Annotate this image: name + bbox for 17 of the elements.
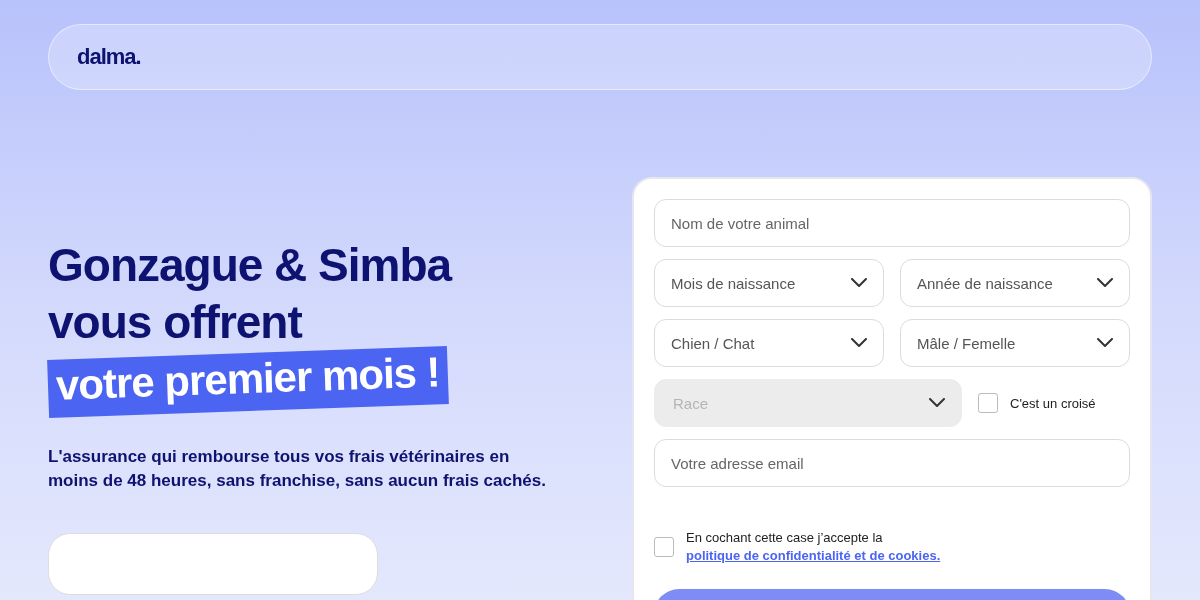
privacy-link[interactable]: politique de confidentialité et de cookies. (686, 547, 941, 565)
select-placeholder: Chien / Chat (671, 334, 755, 352)
consent-text: En cochant cette case j’accepte la politique de confidentialité et de cookies. (686, 529, 942, 565)
input-field[interactable]: Votre adresse email (654, 439, 1130, 487)
select-placeholder: Année de naissance (917, 274, 1053, 292)
select-placeholder: Mois de naissance (671, 274, 796, 292)
select-field[interactable]: Chien / Chat (654, 319, 884, 367)
highlight-banner: votre premier mois ! (47, 346, 449, 418)
input-field[interactable]: Nom de votre animal (654, 199, 1130, 247)
headline: Gonzague & Simba (48, 238, 452, 293)
checkbox-label: C'est un croisé (1010, 395, 1096, 411)
select-field[interactable]: Année de naissance (900, 259, 1130, 307)
subtitle: L'assurance qui rembourse tous vos frais vétérinaires en moins de 48 heures, sans franchise, sans aucun frais cachés. (48, 446, 547, 492)
logo[interactable]: dalma. (77, 44, 141, 70)
select-field[interactable]: Mois de naissance (654, 259, 884, 307)
select-field[interactable]: Mâle / Femelle (900, 319, 1130, 367)
select-placeholder: Mâle / Femelle (917, 334, 1016, 352)
